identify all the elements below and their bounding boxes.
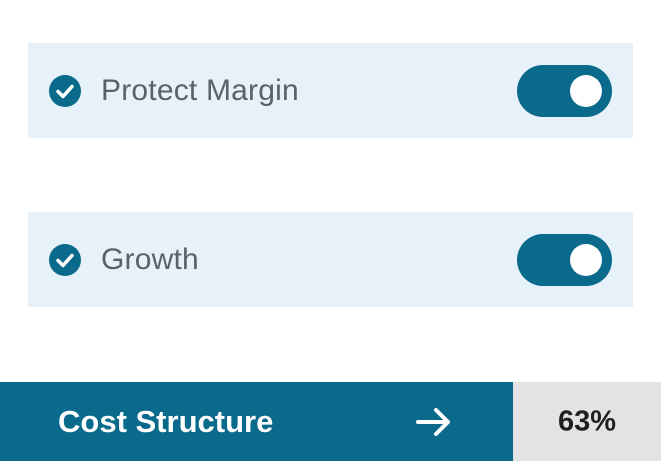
check-circle-icon [49, 243, 81, 276]
protect-margin-toggle[interactable] [517, 64, 612, 117]
option-row-protect-margin: Protect Margin [28, 43, 633, 138]
option-label: Growth [101, 242, 199, 276]
option-row-growth: Growth [28, 212, 633, 307]
footer-bar: Cost Structure 63% [0, 382, 661, 461]
value-box: 63% [513, 382, 661, 461]
option-label: Protect Margin [101, 73, 299, 107]
toggle-knob [570, 243, 602, 276]
footer-label: Cost Structure [58, 403, 274, 439]
cost-structure-button[interactable]: Cost Structure [0, 382, 513, 461]
toggle-knob [570, 74, 602, 107]
growth-toggle[interactable] [517, 233, 612, 286]
check-circle-icon [49, 74, 81, 107]
arrow-right-icon [416, 407, 450, 436]
cost-structure-value: 63% [557, 405, 617, 437]
